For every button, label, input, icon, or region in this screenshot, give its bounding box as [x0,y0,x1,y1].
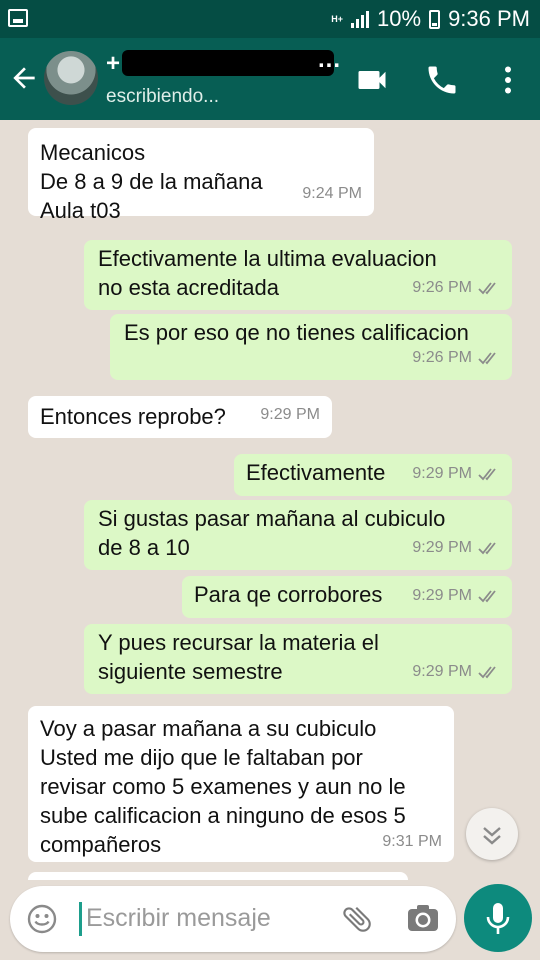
battery-percent: 10% [377,6,422,31]
message-time: 9:26 PM [412,279,472,296]
network-type: H+ [331,13,344,24]
double-check-icon [478,467,496,480]
status-bar: H+ 10% 9:36 PM [0,0,540,38]
attach-icon[interactable] [340,902,374,936]
phone-icon[interactable] [424,62,460,98]
contact-name[interactable]: + [106,50,121,78]
gallery-notification-icon [8,9,28,27]
message-meta: 9:29 PM [412,459,500,488]
double-check-icon [478,541,496,554]
message-time: 9:29 PM [412,465,472,482]
mic-button[interactable] [464,884,532,952]
double-check-icon [478,281,496,294]
camera-icon[interactable] [406,903,440,935]
double-check-icon [478,351,496,364]
message-time: 9:26 PM [412,349,472,366]
message-meta: 9:31 PM [382,827,442,856]
message-bubble-incoming-partial[interactable] [28,872,408,880]
message-bubble-incoming[interactable]: Entonces reprobe? 9:29 PM [28,396,332,438]
message-time: 9:31 PM [382,833,442,850]
message-time: 9:29 PM [412,663,472,680]
emoji-icon[interactable] [26,903,58,935]
contact-name-ellipsis: ... [318,46,342,73]
message-list[interactable]: Mecanicos De 8 a 9 de la mañana Aula t03… [0,120,540,880]
back-arrow-icon[interactable] [8,62,40,94]
video-call-icon[interactable] [354,62,390,98]
message-bubble-outgoing[interactable]: Es por eso qe no tienes calificacion 9:2… [110,314,512,380]
more-vert-icon[interactable] [490,62,526,98]
scroll-down-icon [483,827,501,845]
message-time: 9:29 PM [260,406,320,423]
message-bubble-outgoing[interactable]: Efectivamente 9:29 PM [234,454,512,496]
redacted-number [122,50,334,76]
message-meta: 9:24 PM [302,179,362,208]
message-input[interactable]: Escribir mensaje [86,904,271,933]
chat-header: + ... escribiendo... [0,38,540,120]
clock: 9:36 PM [448,6,530,31]
message-meta: 9:26 PM [412,343,500,372]
message-bubble-outgoing[interactable]: Efectivamente la ultima evaluacion no es… [84,240,512,310]
message-bubble-outgoing[interactable]: Y pues recursar la materia el siguiente … [84,624,512,694]
text-cursor [79,902,82,936]
double-check-icon [478,589,496,602]
scroll-down-button[interactable] [466,808,518,860]
signal-icon [351,10,370,28]
double-check-icon [478,665,496,678]
typing-status: escribiendo... [106,86,220,107]
message-time: 9:29 PM [412,587,472,604]
message-composer[interactable]: Escribir mensaje [10,886,456,952]
message-bubble-outgoing[interactable]: Si gustas pasar mañana al cubiculo de 8 … [84,500,512,570]
message-bubble-outgoing[interactable]: Para qe corrobores 9:29 PM [182,576,512,618]
message-bubble-incoming[interactable]: Voy a pasar mañana a su cubiculo Usted m… [28,706,454,862]
message-meta: 9:26 PM [412,273,500,302]
message-time: 9:24 PM [302,185,362,202]
message-meta: 9:29 PM [412,657,500,686]
message-meta: 9:29 PM [412,533,500,562]
status-right: H+ 10% 9:36 PM [331,6,530,32]
message-time: 9:29 PM [412,539,472,556]
avatar[interactable] [44,51,98,105]
message-meta: 9:29 PM [260,400,320,429]
mic-icon [486,903,510,934]
battery-icon [429,9,441,29]
message-bubble-incoming[interactable]: Mecanicos De 8 a 9 de la mañana Aula t03… [28,128,374,223]
message-meta: 9:29 PM [412,581,500,610]
